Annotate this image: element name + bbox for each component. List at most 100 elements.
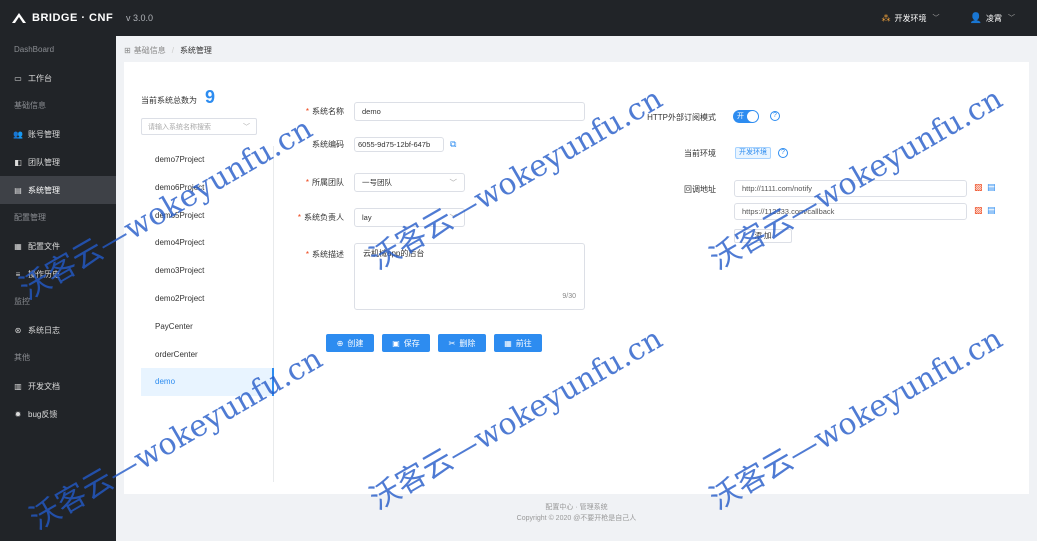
delete-file-icon[interactable]: ▨: [974, 182, 983, 193]
file-icon: ▦: [14, 241, 22, 251]
team-select[interactable]: 一号团队 ﹀: [354, 173, 465, 192]
system-card: 当前系统总数为 9 请输入系统名称搜索 ﹀ demo7Project demo6P…: [124, 62, 1029, 494]
help-icon[interactable]: ?: [770, 111, 780, 121]
team-label: 所属团队: [312, 178, 344, 187]
owner-select[interactable]: lay ﹀: [354, 208, 465, 227]
system-list-item[interactable]: demo5Project: [141, 202, 273, 230]
users-icon: 👥: [13, 129, 23, 139]
breadcrumb: ⊞ 基础信息 / 系统管理: [116, 36, 1037, 64]
system-list-item[interactable]: demo: [141, 368, 274, 397]
system-name-input[interactable]: demo: [354, 102, 585, 121]
create-button[interactable]: ⊕ 创建: [326, 334, 374, 352]
env-switch-dropdown[interactable]: ⁂ 开发环境 ﹀: [882, 13, 940, 24]
form-row-desc: * 系统描述 云机械app的后台 9/30: [284, 243, 585, 310]
system-list-item[interactable]: demo2Project: [141, 285, 273, 313]
top-bar: BRIDGE · CNF v 3.0.0 ⁂ 开发环境 ﹀ 👤 凌霄 ﹀: [0, 0, 1037, 36]
system-desc-textarea[interactable]: 云机械app的后台 9/30: [354, 243, 585, 310]
sidebar-item-label: 配置文件: [28, 241, 60, 251]
book-icon: ▥: [14, 381, 22, 391]
callback-url-input[interactable]: http://1111.com/notify: [734, 180, 967, 197]
name-label: 系统名称: [312, 107, 344, 116]
system-count-label: 当前系统总数为: [141, 96, 197, 105]
sidebar-item-label: 系统日志: [28, 325, 60, 335]
sidebar-item-label: 操作历史: [28, 269, 60, 279]
system-list-item[interactable]: demo3Project: [141, 257, 273, 285]
sidebar-item-label: 开发文档: [28, 381, 60, 391]
save-button[interactable]: ▣ 保存: [382, 334, 430, 352]
main-content: ⊞ 基础信息 / 系统管理 当前系统总数为 9 请输入系统名称搜索 ﹀ demo…: [116, 36, 1037, 541]
delete-file-icon[interactable]: ▨: [974, 205, 983, 216]
list-icon: ≡: [15, 269, 21, 279]
sidebar-item-label: 账号管理: [28, 129, 60, 139]
sidebar-group-dashboard: DashBoard: [14, 45, 55, 54]
sidebar-group-config: 配置管理: [14, 213, 46, 222]
logo[interactable]: BRIDGE · CNF: [0, 12, 116, 24]
form-row-owner: * 系统负责人 lay ﹀: [284, 208, 465, 227]
chevron-down-icon: ﹀: [243, 123, 250, 131]
calendar-icon: ▦: [504, 338, 512, 348]
system-count: 当前系统总数为 9: [141, 87, 258, 107]
help-icon[interactable]: ?: [778, 148, 788, 158]
footer-title: 配置中心 · 管理系统: [545, 504, 608, 511]
team-select-value: 一号团队: [362, 178, 392, 187]
add-callback-button[interactable]: 添 加: [734, 229, 792, 243]
sidebar-item-teams[interactable]: ◧ 团队管理: [0, 148, 116, 176]
sidebar-item-config-files[interactable]: ▦ 配置文件: [0, 232, 116, 260]
owner-select-value: lay: [362, 213, 372, 222]
system-list-item[interactable]: demo4Project: [141, 229, 273, 257]
system-list-item[interactable]: PayCenter: [141, 313, 273, 341]
user-icon: 👤: [969, 12, 982, 24]
sidebar-item-docs[interactable]: ▥ 开发文档: [0, 372, 116, 400]
goto-button[interactable]: ▦ 前往: [494, 334, 542, 352]
form-row-team: * 所属团队 一号团队 ﹀: [284, 173, 465, 192]
save-icon: ▣: [392, 338, 400, 348]
current-env-label: 当前环境: [684, 149, 716, 158]
system-code-field: 6055-9d75-12bf-647b: [354, 137, 444, 152]
system-list-item[interactable]: orderCenter: [141, 341, 273, 369]
document-icon: ▤: [14, 185, 22, 195]
sidebar-item-accounts[interactable]: 👥 账号管理: [0, 120, 116, 148]
desc-label: 系统描述: [312, 250, 344, 259]
sidebar-item-systems[interactable]: ▤ 系统管理: [0, 176, 116, 204]
user-name: 凌霄: [986, 13, 1002, 23]
footer: 配置中心 · 管理系统 Copyright © 2020 @不要开枪是自己人: [116, 502, 1037, 524]
sidebar-item-logs[interactable]: ⊛ 系统日志: [0, 316, 116, 344]
copy-icon[interactable]: ⧉: [450, 139, 456, 150]
sidebar-item-label: 系统管理: [28, 185, 60, 195]
env-icon: ⁂: [881, 12, 891, 23]
logo-icon: [12, 13, 26, 23]
env-tag: 开发环境: [735, 147, 771, 159]
system-search-input[interactable]: 请输入系统名称搜索 ﹀: [141, 118, 257, 135]
save-icon[interactable]: ▤: [987, 182, 996, 193]
chevron-down-icon: ﹀: [932, 15, 940, 22]
chevron-down-icon: ﹀: [449, 213, 458, 222]
sidebar-group-other: 其他: [14, 353, 30, 362]
breadcrumb-parent[interactable]: 基础信息: [134, 45, 166, 56]
callback-url-input[interactable]: https://112333.com/callback: [734, 203, 967, 220]
team-icon: ◧: [14, 157, 22, 167]
chevron-down-icon: ﹀: [449, 178, 458, 187]
system-list-panel: 当前系统总数为 9 请输入系统名称搜索 ﹀: [141, 87, 258, 135]
user-menu[interactable]: 👤 凌霄 ﹀: [970, 13, 1015, 24]
env-label: 开发环境: [894, 13, 927, 23]
breadcrumb-separator: /: [171, 45, 174, 55]
sidebar-item-history[interactable]: ≡ 操作历史: [0, 260, 116, 288]
save-icon[interactable]: ▤: [987, 205, 996, 216]
plus-circle-icon: ⊕: [336, 338, 344, 348]
system-count-number: 9: [205, 87, 216, 107]
http-mode-toggle[interactable]: 开: [733, 110, 759, 123]
system-list-item[interactable]: demo6Project: [141, 174, 273, 202]
sidebar-item-bug-feedback[interactable]: ✹ bug反馈: [0, 400, 116, 428]
sidebar-item-label: 工作台: [28, 73, 52, 83]
owner-label: 系统负责人: [304, 213, 344, 222]
sidebar-item-workbench[interactable]: ▭ 工作台: [0, 64, 116, 92]
delete-button[interactable]: ✂ 删除: [438, 334, 486, 352]
version-label: v 3.0.0: [126, 13, 154, 23]
sidebar-item-label: bug反馈: [28, 409, 58, 419]
search-placeholder: 请输入系统名称搜索: [148, 123, 211, 131]
scissors-icon: ✂: [448, 338, 456, 348]
sidebar-group-basic: 基础信息: [14, 101, 46, 110]
system-list-item[interactable]: demo7Project: [141, 146, 273, 174]
monitor-icon: ▭: [14, 73, 22, 83]
system-list: demo7Project demo6Project demo5Project demo…: [141, 146, 274, 482]
